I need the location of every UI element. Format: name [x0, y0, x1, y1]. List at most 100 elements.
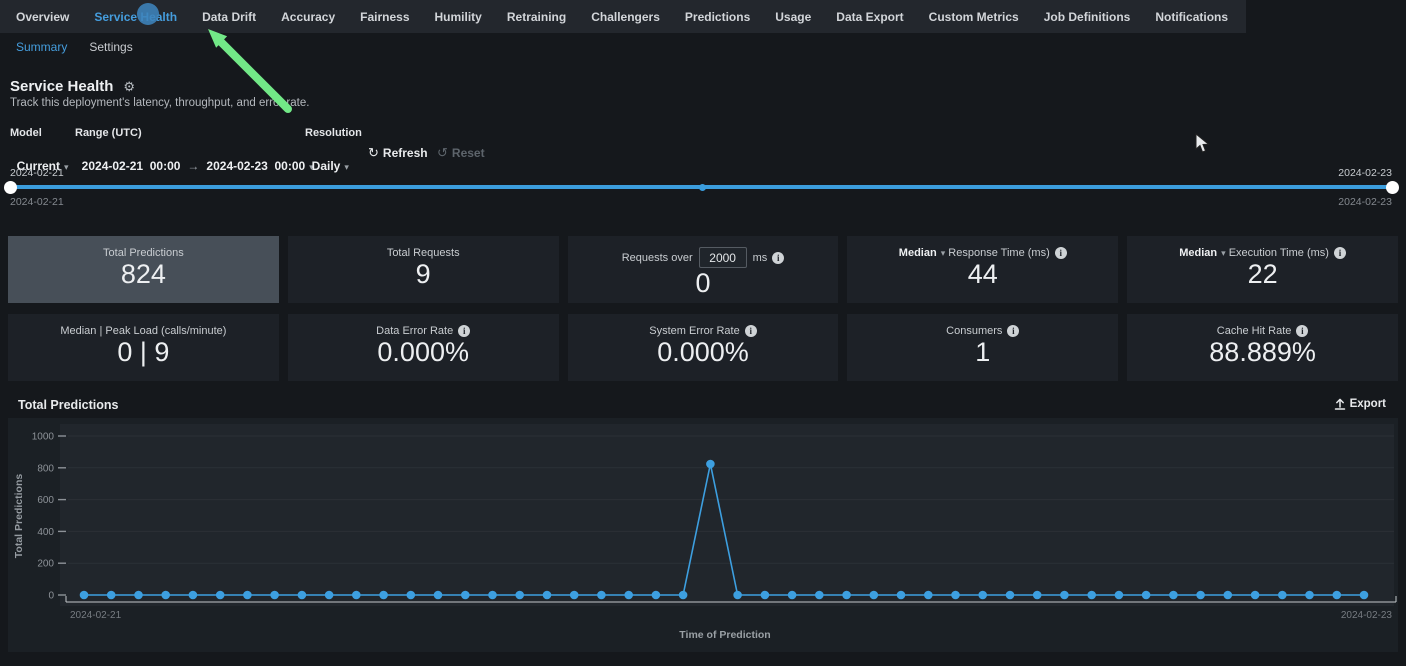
data-point	[706, 460, 715, 469]
info-icon[interactable]: i	[1007, 325, 1019, 337]
metric-label: Total Requests	[387, 247, 460, 259]
info-icon[interactable]: i	[458, 325, 470, 337]
nav-tab-overview[interactable]: Overview	[16, 10, 69, 24]
nav-tab-data-drift[interactable]: Data Drift	[202, 10, 256, 24]
metric-value: 22	[1248, 260, 1278, 290]
data-point	[1278, 591, 1287, 600]
nav-tab-challengers[interactable]: Challengers	[591, 10, 660, 24]
svg-text:400: 400	[37, 527, 54, 538]
metric-tile-peak-load[interactable]: Median | Peak Load (calls/minute)0 | 9	[8, 314, 279, 381]
metric-label: Data Error Rate i	[376, 325, 470, 337]
metric-label: Median▾ Execution Time (ms)i	[1179, 247, 1346, 259]
metric-label-text: Cache Hit Rate	[1217, 325, 1292, 337]
nav-tab-retraining[interactable]: Retraining	[507, 10, 566, 24]
info-icon[interactable]: i	[745, 325, 757, 337]
metric-tile-requests-over-ms[interactable]: Requests overmsi0	[568, 236, 839, 303]
data-point	[298, 591, 307, 600]
metric-label-text: Data Error Rate	[376, 325, 453, 337]
info-icon[interactable]: i	[772, 252, 784, 264]
svg-text:Time of Prediction: Time of Prediction	[679, 629, 770, 641]
nav-tab-fairness[interactable]: Fairness	[360, 10, 409, 24]
data-point	[815, 591, 824, 600]
data-point	[652, 591, 661, 600]
metric-label: Cache Hit Rate i	[1217, 325, 1309, 337]
slider-start-label-bottom: 2024-02-21	[10, 196, 64, 208]
annotation-click-dot	[137, 3, 159, 25]
metric-tile-total-predictions[interactable]: Total Predictions824	[8, 236, 279, 303]
metric-label: Median▾ Response Time (ms)i	[899, 247, 1067, 259]
metric-value: 0 | 9	[117, 338, 169, 368]
gear-icon[interactable]: ⚙	[123, 79, 135, 95]
reset-button[interactable]: ↺Reset	[437, 145, 485, 161]
data-point	[1333, 591, 1342, 600]
subnav-tab-summary[interactable]: Summary	[16, 40, 67, 54]
metric-label: Requests overmsi	[622, 247, 785, 268]
range-start-value: 2024-02-21 00:00	[82, 159, 181, 173]
nav-tab-usage[interactable]: Usage	[775, 10, 811, 24]
data-point	[1224, 591, 1233, 600]
info-icon[interactable]: i	[1334, 247, 1346, 259]
export-icon	[1334, 398, 1346, 410]
data-point	[733, 591, 742, 600]
secondary-nav: Summary Settings	[16, 33, 133, 61]
slider-midpoint-marker	[699, 184, 706, 191]
data-point	[951, 591, 960, 600]
metric-tile-response-time[interactable]: Median▾ Response Time (ms)i44	[847, 236, 1118, 303]
nav-tab-accuracy[interactable]: Accuracy	[281, 10, 335, 24]
nav-tab-service-health[interactable]: Service Health	[94, 10, 177, 24]
total-predictions-chart[interactable]: 02004006008001000Total Predictions2024-0…	[8, 418, 1398, 652]
metric-tile-execution-time[interactable]: Median▾ Execution Time (ms)i22	[1127, 236, 1398, 303]
info-icon[interactable]: i	[1055, 247, 1067, 259]
aggregation-dropdown[interactable]: Median	[1179, 247, 1217, 259]
metric-tile-total-requests[interactable]: Total Requests9	[288, 236, 559, 303]
refresh-button[interactable]: ↻Refresh	[368, 145, 428, 161]
data-point	[461, 591, 470, 600]
nav-tab-notifications[interactable]: Notifications	[1155, 10, 1228, 24]
reset-label: Reset	[452, 146, 485, 160]
metric-tile-system-error-rate[interactable]: System Error Rate i0.000%	[568, 314, 839, 381]
data-point	[597, 591, 606, 600]
data-point	[134, 591, 143, 600]
metric-value: 1	[975, 338, 990, 368]
data-point	[1251, 591, 1260, 600]
metric-tiles-grid: Total Predictions824Total Requests9Reque…	[8, 236, 1398, 381]
nav-tab-humility[interactable]: Humility	[435, 10, 482, 24]
metric-label-text: Execution Time (ms)	[1226, 247, 1329, 259]
metric-label: Total Predictions	[103, 247, 184, 259]
data-point	[515, 591, 524, 600]
metric-label: System Error Rate i	[649, 325, 756, 337]
range-dropdown[interactable]: 2024-02-21 00:00→2024-02-23 00:00▾	[75, 145, 314, 173]
nav-tab-data-export[interactable]: Data Export	[836, 10, 903, 24]
subnav-tab-settings[interactable]: Settings	[89, 40, 132, 54]
resolution-dropdown[interactable]: Daily▾	[305, 145, 349, 173]
chevron-down-icon: ▾	[344, 162, 349, 172]
data-point	[488, 591, 497, 600]
aggregation-dropdown[interactable]: Median	[899, 247, 937, 259]
svg-text:2024-02-21: 2024-02-21	[70, 610, 122, 621]
metric-label-text: System Error Rate	[649, 325, 739, 337]
metric-label-unit: ms	[753, 252, 768, 264]
metric-tile-data-error-rate[interactable]: Data Error Ratei0.000%	[288, 314, 559, 381]
data-point	[80, 591, 89, 600]
threshold-input[interactable]	[699, 247, 747, 268]
nav-tab-custom-metrics[interactable]: Custom Metrics	[929, 10, 1019, 24]
data-point	[1196, 591, 1205, 600]
metric-value: 0.000%	[657, 338, 749, 368]
metric-tile-consumers[interactable]: Consumersi1	[847, 314, 1118, 381]
metric-tile-cache-hit-rate[interactable]: Cache Hit Rate i88.889%	[1127, 314, 1398, 381]
data-point	[978, 591, 987, 600]
metric-value: 88.889%	[1209, 338, 1316, 368]
nav-tab-job-definitions[interactable]: Job Definitions	[1044, 10, 1131, 24]
info-icon[interactable]: i	[1296, 325, 1308, 337]
data-point	[1169, 591, 1178, 600]
export-button[interactable]: Export	[1334, 398, 1386, 410]
data-point	[189, 591, 198, 600]
data-point	[570, 591, 579, 600]
slider-handle-end[interactable]	[1386, 181, 1399, 194]
nav-tab-predictions[interactable]: Predictions	[685, 10, 750, 24]
data-point	[1087, 591, 1096, 600]
svg-text:800: 800	[37, 463, 54, 474]
data-point	[407, 591, 416, 600]
slider-handle-start[interactable]	[4, 181, 17, 194]
primary-nav: Overview Service Health Data Drift Accuracy…	[0, 0, 1246, 33]
